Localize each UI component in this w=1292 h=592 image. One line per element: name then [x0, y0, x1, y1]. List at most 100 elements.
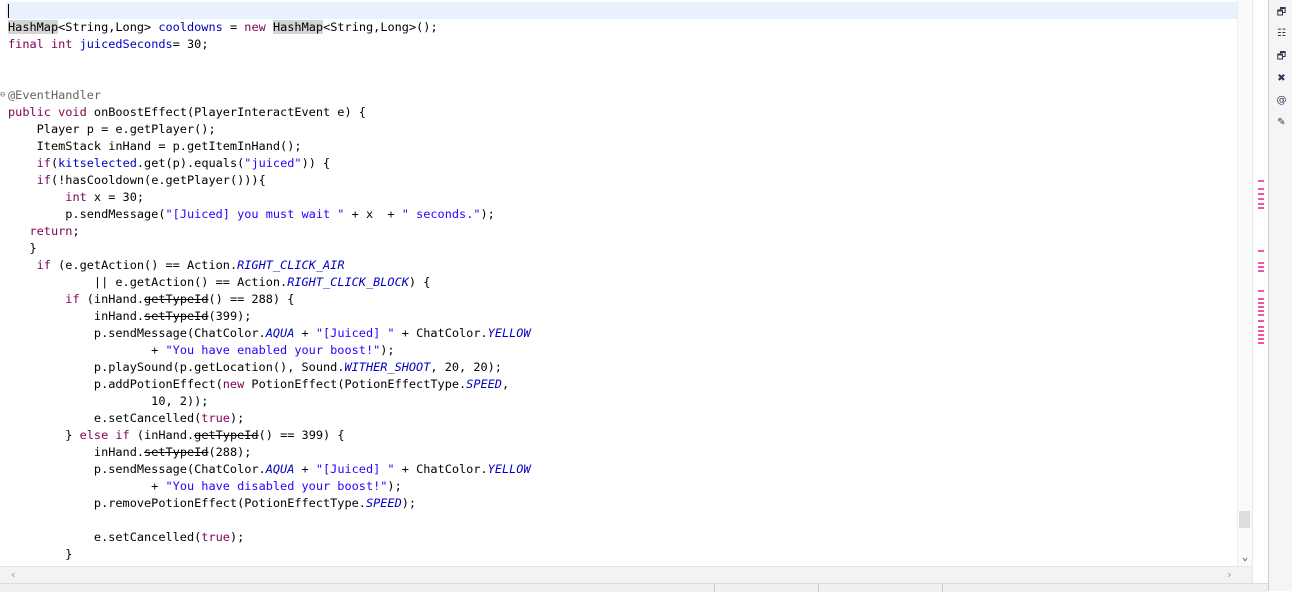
- code-line[interactable]: }: [8, 546, 72, 563]
- code-line[interactable]: if(!hasCooldown(e.getPlayer())){: [8, 172, 266, 189]
- vertical-scroll-thumb[interactable]: [1239, 511, 1250, 528]
- code-line[interactable]: }: [8, 240, 37, 257]
- occurrence-marker[interactable]: [1258, 326, 1264, 328]
- code-line[interactable]: p.sendMessage(ChatColor.AQUA + "[Juiced]…: [8, 461, 531, 478]
- code-line[interactable]: || e.getAction() == Action.RIGHT_CLICK_B…: [8, 274, 431, 291]
- code-line[interactable]: p.addPotionEffect(new PotionEffect(Potio…: [8, 376, 509, 393]
- code-line[interactable]: e.setCancelled(true);: [8, 410, 244, 427]
- error-log-icon[interactable]: ✖: [1275, 72, 1288, 85]
- restore-icon[interactable]: 🗗: [1275, 6, 1288, 19]
- code-token: cooldowns: [158, 20, 223, 34]
- code-line[interactable]: int x = 30;: [8, 189, 144, 206]
- code-token: if: [36, 258, 51, 272]
- code-token: ) {: [408, 275, 431, 289]
- scroll-down-icon[interactable]: ⌄: [1239, 550, 1251, 563]
- occurrence-marker[interactable]: [1258, 298, 1264, 300]
- code-line[interactable]: @EventHandler: [8, 87, 101, 104]
- code-line[interactable]: HashMap<String,Long> cooldowns = new Has…: [8, 19, 438, 36]
- code-line[interactable]: final int juicedSeconds= 30;: [8, 36, 208, 53]
- code-token: }: [8, 241, 37, 255]
- code-token: SPEED: [466, 377, 502, 391]
- code-token: getTypeId: [194, 428, 259, 442]
- code-token: final int: [8, 37, 73, 51]
- code-token: YELLOW: [487, 462, 531, 476]
- code-token: HashMap: [8, 20, 59, 34]
- code-token: (!hasCooldown(e.getPlayer())){: [50, 173, 266, 187]
- code-token: () == 288) {: [208, 292, 295, 306]
- code-line[interactable]: 10, 2));: [8, 393, 208, 410]
- code-line[interactable]: } else if (inHand.getTypeId() == 399) {: [8, 427, 344, 444]
- code-line[interactable]: ItemStack inHand = p.getItemInHand();: [8, 138, 302, 155]
- code-line[interactable]: + "You have enabled your boost!");: [8, 342, 394, 359]
- occurrence-marker[interactable]: [1258, 306, 1264, 308]
- occurrence-marker[interactable]: [1258, 207, 1264, 209]
- code-line[interactable]: return;: [8, 223, 79, 240]
- code-line[interactable]: Player p = e.getPlayer();: [8, 121, 216, 138]
- current-line[interactable]: [0, 2, 1237, 19]
- code-line[interactable]: p.sendMessage("[Juiced] you must wait " …: [8, 206, 495, 223]
- horizontal-scrollbar[interactable]: ‹ ›: [0, 566, 1252, 584]
- code-token: "You have enabled your boost!": [165, 343, 381, 357]
- right-toolbar: 🗗 ☷ 🗗 ✖ @ ✎: [1268, 0, 1292, 591]
- code-token: AQUA: [265, 462, 295, 476]
- occurrence-marker[interactable]: [1258, 193, 1264, 195]
- occurrence-marker[interactable]: [1258, 338, 1264, 340]
- occurrence-marker[interactable]: [1258, 188, 1264, 190]
- code-token: setTypeId: [144, 309, 209, 323]
- at-sign-icon[interactable]: @: [1275, 94, 1288, 107]
- code-line[interactable]: e.setCancelled(true);: [8, 529, 244, 546]
- code-token: (inHand.: [79, 292, 145, 306]
- occurrence-marker[interactable]: [1258, 262, 1264, 264]
- outline-icon[interactable]: ☷: [1275, 27, 1288, 40]
- code-line[interactable]: inHand.setTypeId(288);: [8, 444, 252, 461]
- code-token: +: [294, 326, 316, 340]
- code-token: int: [65, 190, 87, 204]
- code-line[interactable]: + "You have disabled your boost!");: [8, 478, 402, 495]
- code-token: (e.getAction() == Action.: [50, 258, 238, 272]
- occurrence-marker[interactable]: [1258, 342, 1264, 344]
- code-line[interactable]: inHand.setTypeId(399);: [8, 308, 252, 325]
- occurrence-marker[interactable]: [1258, 310, 1264, 312]
- code-token: "juiced": [244, 156, 302, 170]
- code-line[interactable]: if (inHand.getTypeId() == 288) {: [8, 291, 294, 308]
- occurrence-marker[interactable]: [1258, 180, 1264, 182]
- restore-icon[interactable]: 🗗: [1275, 50, 1288, 63]
- scroll-left-icon[interactable]: ‹: [10, 567, 17, 583]
- occurrence-marker[interactable]: [1258, 250, 1264, 252]
- code-line[interactable]: p.playSound(p.getLocation(), Sound.WITHE…: [8, 359, 502, 376]
- occurrence-marker[interactable]: [1258, 330, 1264, 332]
- fold-toggle-icon[interactable]: ⊖: [0, 87, 5, 104]
- code-token: PotionEffect(PotionEffectType.: [244, 377, 467, 391]
- javadoc-icon[interactable]: ✎: [1275, 116, 1288, 129]
- occurrence-marker[interactable]: [1258, 302, 1264, 304]
- occurrence-marker[interactable]: [1258, 266, 1264, 268]
- code-token: (288);: [208, 445, 252, 459]
- occurrence-marker[interactable]: [1258, 290, 1264, 292]
- code-token: AQUA: [265, 326, 295, 340]
- code-line[interactable]: if (e.getAction() == Action.RIGHT_CLICK_…: [8, 257, 345, 274]
- code-line[interactable]: public void onBoostEffect(PlayerInteract…: [8, 104, 366, 121]
- code-line[interactable]: p.removePotionEffect(PotionEffectType.SP…: [8, 495, 416, 512]
- overview-ruler[interactable]: [1252, 0, 1269, 583]
- code-token: if: [65, 292, 80, 306]
- code-line[interactable]: p.sendMessage(ChatColor.AQUA + "[Juiced]…: [8, 325, 531, 342]
- code-token: inHand.: [8, 445, 145, 459]
- occurrence-marker[interactable]: [1258, 270, 1264, 272]
- occurrence-marker[interactable]: [1258, 314, 1264, 316]
- scroll-right-icon[interactable]: ›: [1226, 567, 1233, 583]
- occurrence-marker[interactable]: [1258, 198, 1264, 200]
- code-token: }: [8, 428, 80, 442]
- code-token: );: [229, 411, 245, 425]
- code-token: getTypeId: [144, 292, 209, 306]
- code-token: );: [229, 530, 245, 544]
- code-token: "[Juiced] you must wait ": [165, 207, 345, 221]
- occurrence-marker[interactable]: [1258, 334, 1264, 336]
- code-editor[interactable]: HashMap<String,Long> cooldowns = new Has…: [0, 0, 1237, 566]
- occurrence-marker[interactable]: [1258, 320, 1264, 322]
- code-line[interactable]: if(kitselected.get(p).equals("juiced")) …: [8, 155, 331, 172]
- occurrence-marker[interactable]: [1258, 203, 1264, 205]
- vertical-scrollbar[interactable]: [1237, 0, 1253, 566]
